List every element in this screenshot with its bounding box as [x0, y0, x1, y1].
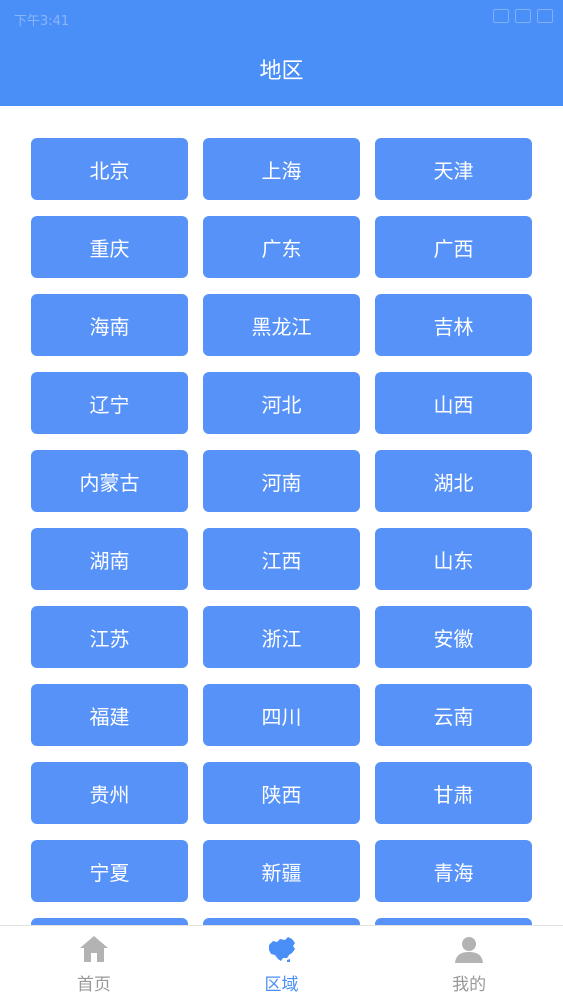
region-button[interactable]: 新疆: [203, 840, 360, 902]
region-button[interactable]: 上海: [203, 138, 360, 200]
region-button[interactable]: 北京: [31, 138, 188, 200]
status-time: 下午3:41: [14, 14, 70, 29]
status-bar: 下午3:41: [0, 0, 563, 36]
region-button[interactable]: 江西: [203, 528, 360, 590]
battery-icon: [537, 9, 553, 23]
region-button[interactable]: 云南: [375, 684, 532, 746]
tab-mine-label: 我的: [452, 975, 487, 995]
page-title: 地区: [259, 59, 304, 84]
region-button[interactable]: 青海: [375, 840, 532, 902]
home-icon: [79, 936, 108, 962]
region-button[interactable]: 安徽: [375, 606, 532, 668]
region-button[interactable]: 河北: [203, 372, 360, 434]
region-button[interactable]: 重庆: [31, 216, 188, 278]
region-button[interactable]: 辽宁: [31, 372, 188, 434]
region-button[interactable]: 黑龙江: [203, 294, 360, 356]
status-icons: [493, 9, 553, 23]
region-button[interactable]: 宁夏: [31, 840, 188, 902]
header-bar: 下午3:41 地区: [0, 0, 563, 106]
region-button[interactable]: 广东: [203, 216, 360, 278]
china-map-icon: [268, 937, 295, 962]
region-button[interactable]: 内蒙古: [31, 450, 188, 512]
region-grid: 北京 上海 天津 重庆 广东 广西 海南 黑龙江 吉林 辽宁 河北 山西 内蒙古…: [31, 138, 533, 980]
app-root: 下午3:41 地区 北京 上海 天津 重庆 广东 广西 海南 黑龙江 吉林 辽宁…: [0, 0, 563, 1000]
tab-region-label: 区域: [264, 975, 299, 995]
region-button[interactable]: 吉林: [375, 294, 532, 356]
region-button[interactable]: 江苏: [31, 606, 188, 668]
region-button[interactable]: 四川: [203, 684, 360, 746]
region-button[interactable]: 湖南: [31, 528, 188, 590]
region-button[interactable]: 广西: [375, 216, 532, 278]
tab-region[interactable]: 区域: [188, 926, 376, 1000]
region-button[interactable]: 湖北: [375, 450, 532, 512]
signal-icon: [493, 9, 509, 23]
region-button[interactable]: 河南: [203, 450, 360, 512]
region-button[interactable]: 天津: [375, 138, 532, 200]
tab-home[interactable]: 首页: [0, 926, 188, 1000]
region-button[interactable]: 甘肃: [375, 762, 532, 824]
region-button[interactable]: 山西: [375, 372, 532, 434]
wifi-icon: [515, 9, 531, 23]
region-button[interactable]: 浙江: [203, 606, 360, 668]
tab-home-label: 首页: [76, 975, 111, 995]
bottom-tab-bar: 首页 区域 我的: [0, 925, 563, 1000]
region-button[interactable]: 海南: [31, 294, 188, 356]
region-button[interactable]: 福建: [31, 684, 188, 746]
tab-mine[interactable]: 我的: [375, 926, 563, 1000]
user-icon: [455, 937, 484, 963]
region-button[interactable]: 陕西: [203, 762, 360, 824]
region-button[interactable]: 山东: [375, 528, 532, 590]
region-button[interactable]: 贵州: [31, 762, 188, 824]
